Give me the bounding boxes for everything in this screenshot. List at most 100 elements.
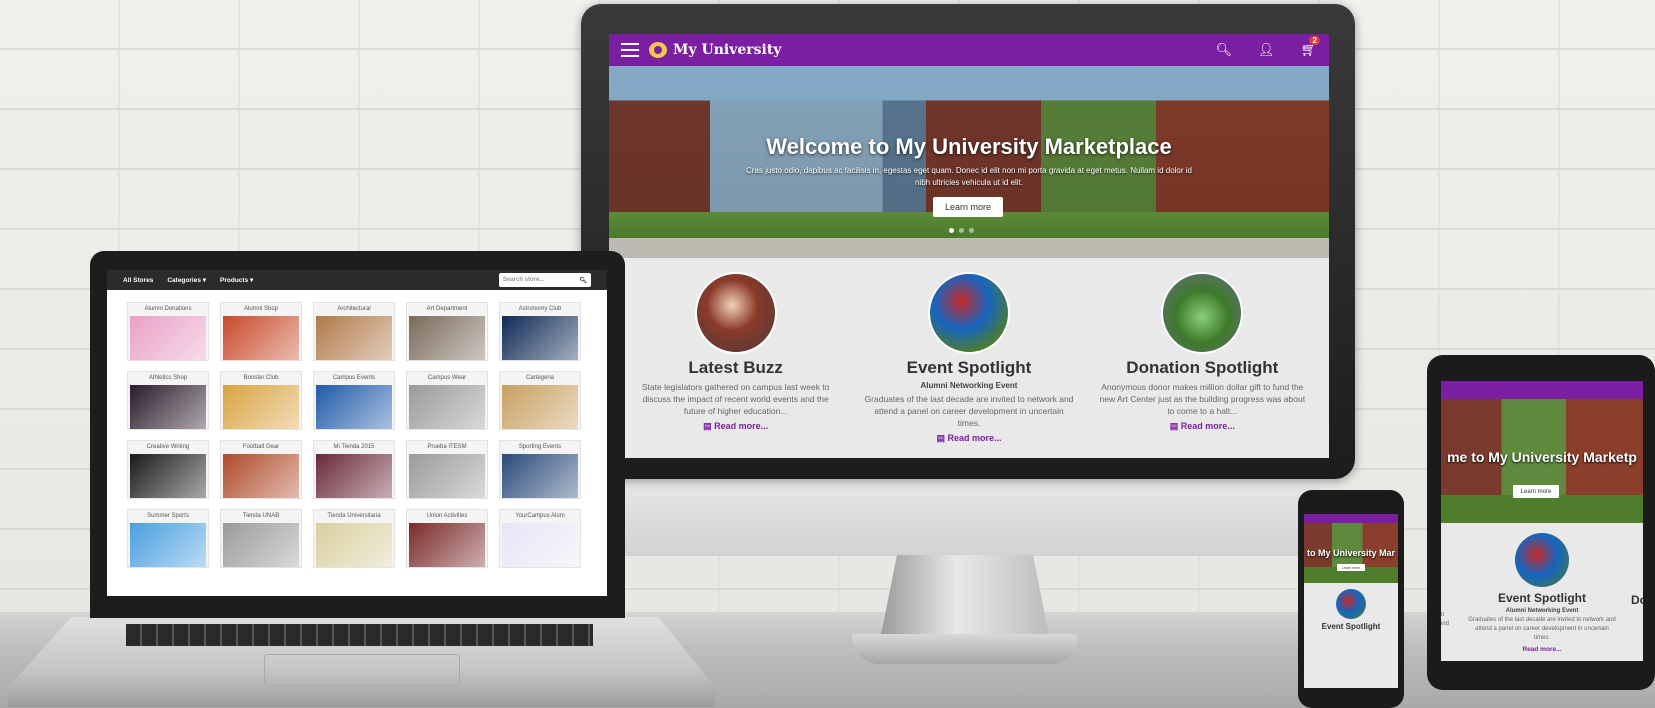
feature-photo-event-spotlight — [927, 272, 1010, 354]
read-more-link[interactable]: ▤ Read more... — [631, 421, 841, 432]
tablet-read-more-link[interactable]: Read more... — [1467, 646, 1617, 653]
learn-more-button[interactable]: Learn more — [933, 197, 1003, 217]
store-tile[interactable]: Mi Tienda 2015 — [313, 440, 395, 499]
store-name: Prueba ITESM — [427, 444, 467, 450]
store-name: Football Gear — [242, 444, 280, 450]
tablet-feature-text: Graduates of the last decade are invited… — [1468, 617, 1616, 641]
phone-feature-photo — [1336, 589, 1366, 619]
store-tile[interactable]: Campus Events — [313, 371, 395, 430]
tablet-screen: me to My University Marketp Learn more n… — [1441, 381, 1643, 661]
store-tile[interactable]: Alumni Donations — [127, 302, 209, 361]
newspaper-icon: ▤ — [703, 421, 715, 431]
nav-categories[interactable]: Categories ▾ — [167, 276, 206, 284]
tablet-feature-row: nt and Do Event Spotlight Alumni Network… — [1441, 533, 1643, 653]
university-logo-icon — [649, 42, 667, 58]
laptop: All Stores Categories ▾ Products ▾ Searc… — [90, 251, 625, 618]
search-icon[interactable]: 🔍︎ — [579, 277, 587, 284]
store-thumbnail — [130, 316, 206, 360]
store-name: Creative Writing — [146, 444, 190, 450]
store-thumbnail — [409, 523, 485, 567]
store-search-input[interactable]: Search store... 🔍︎ — [499, 273, 591, 287]
phone-hero-title: to My University Mar — [1306, 548, 1396, 558]
store-tile[interactable]: YourCampus Alum — [499, 509, 581, 568]
tablet-right-peek-title: Do — [1631, 593, 1643, 607]
store-thumbnail — [409, 454, 485, 498]
store-thumbnail — [316, 316, 392, 360]
store-name: Tienda Universitaria — [327, 513, 381, 519]
carousel-dot[interactable] — [959, 228, 964, 233]
search-icon[interactable]: 🔍︎ — [1215, 42, 1232, 58]
laptop-trackpad — [264, 654, 460, 686]
phone-screen: to My University Mar Learn more Event Sp… — [1304, 514, 1398, 688]
store-name: Alumni Donations — [144, 306, 192, 312]
store-tile[interactable]: Campus Wear — [406, 371, 488, 430]
tablet: me to My University Marketp Learn more n… — [1427, 355, 1655, 690]
store-tile[interactable]: Prueba ITESM — [406, 440, 488, 499]
feature-card: Latest Buzz State legislators gathered o… — [631, 272, 841, 444]
store-tile[interactable]: Alumni Shop — [220, 302, 302, 361]
store-tile[interactable]: Tienda Universitaria — [313, 509, 395, 568]
tablet-feature-subtitle: Alumni Networking Event — [1505, 608, 1579, 614]
tablet-feature-title: Event Spotlight — [1498, 591, 1586, 605]
tablet-feature-photo — [1515, 533, 1569, 587]
store-name: Astronomy Club — [518, 306, 562, 312]
phone-learn-more-button[interactable]: Learn more — [1337, 564, 1365, 571]
carousel-dot[interactable] — [949, 228, 954, 233]
store-tile[interactable]: Tienda UNAB — [220, 509, 302, 568]
store-grid: Alumni Donations Alumni Shop Architectural… — [107, 290, 607, 568]
cart-icon[interactable]: 🛒︎ 2 — [1300, 36, 1320, 58]
store-thumbnail — [502, 385, 578, 429]
store-thumbnail — [223, 316, 299, 360]
store-name: Athletics Shop — [148, 375, 188, 381]
read-more-link[interactable]: ▤ Read more... — [864, 433, 1074, 444]
store-tile[interactable]: Football Gear — [220, 440, 302, 499]
user-icon[interactable]: 👤︎ — [1258, 42, 1275, 58]
store-tile[interactable]: Union Activities — [406, 509, 488, 568]
carousel-indicators[interactable] — [949, 228, 974, 233]
store-tile[interactable]: Astronomy Club — [499, 302, 581, 361]
hero-title: Welcome to My University Marketplace — [766, 134, 1172, 159]
phone-hero: to My University Mar Learn more — [1304, 523, 1398, 583]
store-name: Alumni Shop — [243, 306, 279, 312]
smartphone: to My University Mar Learn more Event Sp… — [1298, 490, 1404, 708]
store-thumbnail — [223, 523, 299, 567]
store-tile[interactable]: Creative Writing — [127, 440, 209, 499]
store-tile[interactable]: Summer Sports — [127, 509, 209, 568]
store-name: YourCampus Alum — [515, 513, 565, 519]
phone-feature-card: Event Spotlight — [1304, 589, 1398, 631]
nav-products[interactable]: Products ▾ — [220, 276, 253, 284]
store-thumbnail — [223, 385, 299, 429]
monitor-stand-neck — [880, 555, 1050, 640]
newspaper-icon: ▤ — [936, 433, 948, 443]
store-thumbnail — [316, 523, 392, 567]
store-tile[interactable]: Architectural — [313, 302, 395, 361]
feature-text: State legislators gathered on campus las… — [641, 382, 830, 416]
brand-name[interactable]: My University — [673, 42, 781, 58]
read-more-link[interactable]: ▤ Read more... — [1097, 421, 1307, 432]
store-tile[interactable]: Art Department — [406, 302, 488, 361]
store-name: Architectural — [337, 306, 371, 312]
store-thumbnail — [316, 454, 392, 498]
store-thumbnail — [130, 385, 206, 429]
search-placeholder: Search store... — [503, 277, 545, 283]
tablet-hero-title: me to My University Marketp — [1447, 449, 1637, 465]
feature-text: Anonymous donor makes million dollar gif… — [1099, 382, 1306, 416]
desktop-monitor: My University 🔍︎ 👤︎ 🛒︎ 2 Welcome to My Un… — [581, 4, 1355, 479]
store-name: Campus Events — [332, 375, 376, 381]
store-tile[interactable]: Athletics Shop — [127, 371, 209, 430]
store-tile[interactable]: Sporting Events — [499, 440, 581, 499]
tablet-learn-more-button[interactable]: Learn more — [1513, 485, 1559, 498]
tablet-left-peek-text: nt and — [1441, 612, 1450, 627]
store-name: Campus Wear — [427, 375, 467, 381]
nav-all-stores[interactable]: All Stores — [123, 277, 153, 284]
menu-icon[interactable] — [621, 43, 639, 57]
carousel-dot[interactable] — [969, 228, 974, 233]
store-tile[interactable]: Cartegena — [499, 371, 581, 430]
store-tile[interactable]: Booster Club — [220, 371, 302, 430]
desktop-screen: My University 🔍︎ 👤︎ 🛒︎ 2 Welcome to My Un… — [609, 34, 1329, 458]
tablet-hero: me to My University Marketp Learn more — [1441, 399, 1643, 523]
store-name: Sporting Events — [518, 444, 562, 450]
hero-body: Cras justo odio, dapibus ac facilisis in… — [745, 166, 1192, 187]
store-name: Cartegena — [525, 375, 555, 381]
store-thumbnail — [223, 454, 299, 498]
